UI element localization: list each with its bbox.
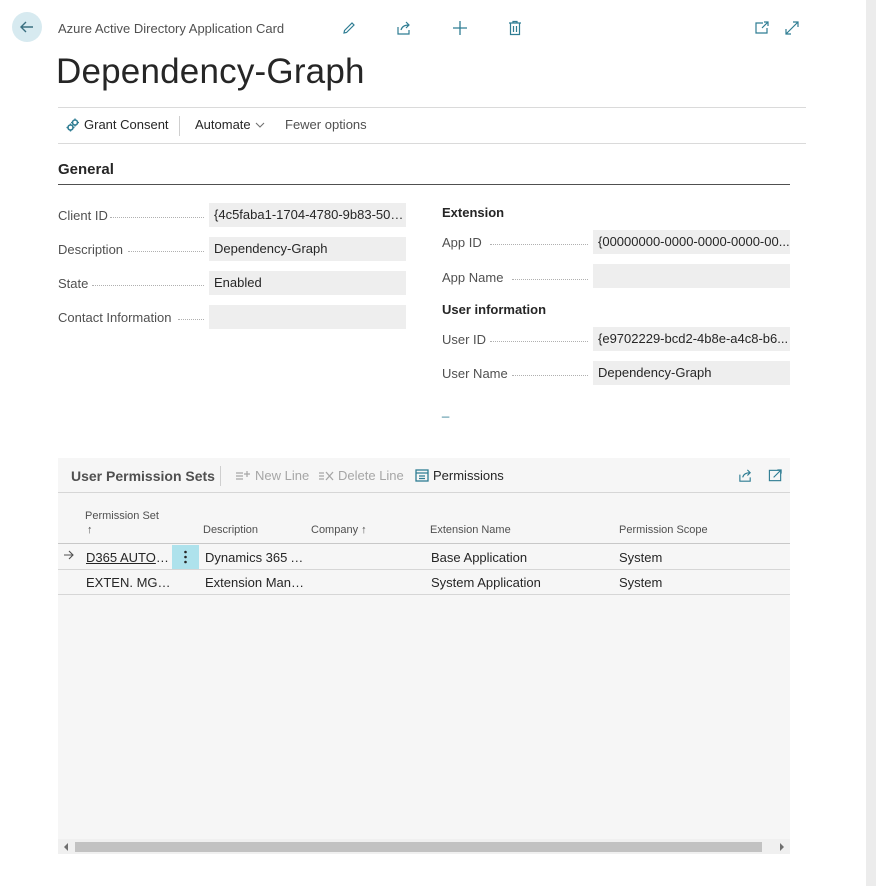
col-header-company[interactable]: Company ↑ [311,524,367,536]
part-title[interactable]: User Permission Sets [71,468,215,484]
plus-icon [453,21,467,35]
leader-dots [490,340,588,342]
extension-group-title: Extension [442,205,505,220]
arrow-left-icon [20,21,33,33]
fewer-options-label: Fewer options [285,117,367,132]
user-name-label: User Name [442,366,508,381]
col-sort-arrow-icon: ↑ [87,524,93,536]
app-name-label: App Name [442,270,504,285]
user-name-field[interactable]: Dependency-Graph [593,361,790,385]
automate-menu[interactable]: Automate [195,117,265,132]
edit-button[interactable] [339,18,359,38]
grant-consent-label: Grant Consent [84,117,169,132]
back-button[interactable] [12,12,42,42]
automate-label: Automate [195,117,251,132]
leader-dots [178,318,204,320]
gears-icon [66,118,79,131]
new-line-label: New Line [255,468,310,483]
action-bar: Grant Consent Automate Fewer options [58,107,806,144]
scroll-left-icon[interactable] [62,842,70,852]
state-label: State [58,276,89,291]
contact-information-field[interactable] [209,305,406,329]
new-button[interactable] [450,18,470,38]
share-button[interactable] [394,18,414,38]
open-new-window-icon [755,21,769,34]
permission-set-link[interactable]: D365 AUTOM... [86,550,172,565]
trash-icon [509,20,521,36]
col-header-description[interactable]: Description [203,524,258,536]
table-row[interactable]: D365 AUTOM... Dynamics 365 A... Base App… [58,545,790,570]
extension-name-cell[interactable]: System Application [431,575,601,590]
new-line-button[interactable]: New Line [235,468,309,483]
description-label: Description [58,242,124,257]
contact-information-label: Contact Information [58,310,172,325]
scrollbar-thumb[interactable] [75,842,762,852]
extension-name-cell[interactable]: Base Application [431,550,601,565]
pencil-icon [343,22,355,34]
chevron-down-icon [255,122,265,128]
delete-line-label: Delete Line [338,468,404,483]
part-share-button[interactable] [738,468,753,488]
fewer-options-button[interactable]: Fewer options [285,117,367,132]
open-in-page-icon [768,469,782,482]
section-general-title[interactable]: General [58,161,114,178]
permissions-button[interactable]: Permissions [415,468,504,483]
leader-dots [512,374,588,376]
breadcrumb: Azure Active Directory Application Card [58,21,285,36]
table-row[interactable]: EXTEN. MGT. ... Extension Mana... System… [58,570,790,595]
grant-consent-button[interactable]: Grant Consent [66,117,169,132]
part-separator [220,466,221,486]
permissions-icon [415,469,429,482]
permission-scope-cell[interactable]: System [619,575,779,590]
action-separator [179,116,180,136]
col-header-extension-name[interactable]: Extension Name [430,524,511,536]
description-field[interactable]: Dependency-Graph [209,237,406,261]
client-id-field[interactable]: {4c5faba1-1704-4780-9b83-505... [209,203,406,227]
share-icon [739,469,751,482]
row-indicator-icon [63,549,75,564]
show-more-marker[interactable]: _ [442,403,449,418]
open-new-window-button[interactable] [752,18,772,38]
horizontal-scrollbar[interactable] [58,839,790,854]
leader-dots [92,284,204,286]
col-header-permission-set[interactable]: Permission Set [85,510,159,522]
part-open-button[interactable] [768,468,783,488]
permissions-label: Permissions [433,468,504,483]
user-id-field[interactable]: {e9702229-bcd2-4b8e-a4c8-b6... [593,327,790,351]
header-divider [58,543,790,544]
description-cell[interactable]: Extension Mana... [205,575,305,590]
delete-button[interactable] [505,18,525,38]
new-line-icon [236,470,250,480]
app-name-field[interactable] [593,264,790,288]
window-edge [866,0,876,886]
user-permission-sets-part: User Permission Sets New Line Delete Lin… [58,458,790,854]
permission-set-cell[interactable]: EXTEN. MGT. ... [86,575,172,590]
share-icon [397,21,410,35]
delete-line-button[interactable]: Delete Line [318,468,404,483]
expand-button[interactable] [782,18,802,38]
leader-dots [512,278,588,280]
row-menu-button[interactable] [172,545,199,569]
part-header: User Permission Sets New Line Delete Lin… [58,458,790,493]
permission-scope-cell[interactable]: System [619,550,779,565]
delete-line-icon [319,471,334,480]
expand-icon [785,21,799,35]
leader-dots [110,216,204,218]
more-vertical-icon [184,550,187,564]
client-id-label: Client ID [58,208,108,223]
leader-dots [128,250,204,252]
page-title: Dependency-Graph [56,52,365,91]
user-id-label: User ID [442,332,487,347]
col-header-permission-scope[interactable]: Permission Scope [619,524,708,536]
section-divider [58,184,790,185]
description-cell[interactable]: Dynamics 365 A... [205,550,305,565]
app-id-label: App ID [442,235,482,250]
user-information-group-title: User information [442,302,547,317]
leader-dots [490,243,588,245]
app-id-field[interactable]: {00000000-0000-0000-0000-00... [593,230,790,254]
state-field[interactable]: Enabled [209,271,406,295]
scroll-right-icon[interactable] [778,842,786,852]
